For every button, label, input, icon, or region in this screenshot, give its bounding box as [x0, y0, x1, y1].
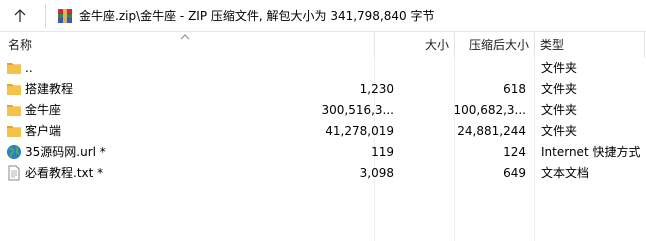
globe-icon	[7, 145, 21, 159]
file-size: 3,098	[359, 166, 394, 180]
file-type: 文件夹	[541, 61, 578, 75]
folder-icon	[7, 126, 21, 137]
address-bar: 金牛座.zip\金牛座 - ZIP 压缩文件, 解包大小为 341,798,84…	[0, 0, 646, 32]
column-divider[interactable]	[454, 32, 455, 58]
file-size: 119	[371, 145, 394, 159]
sort-ascending-icon	[180, 34, 190, 40]
column-divider[interactable]	[644, 32, 645, 58]
file-type: 文本文档	[541, 166, 590, 180]
file-compressed-size: 100,682,3...	[453, 103, 526, 117]
column-compressed-size[interactable]: 压缩后大小	[469, 32, 529, 58]
folder-icon	[7, 63, 21, 74]
file-name: 35源码网.url *	[25, 145, 106, 159]
file-type: Internet 快捷方式	[541, 145, 641, 159]
list-item[interactable]: 必看教程.txt * 3,098 649 文本文档	[0, 163, 646, 184]
column-size[interactable]: 大小	[425, 32, 449, 58]
file-name: 搭建教程	[25, 82, 74, 96]
list-item[interactable]: .. 文件夹	[0, 58, 646, 79]
column-type[interactable]: 类型	[540, 32, 564, 58]
text-file-icon	[8, 165, 20, 181]
archive-path[interactable]: 金牛座.zip\金牛座 - ZIP 压缩文件, 解包大小为 341,798,84…	[79, 0, 434, 32]
column-divider[interactable]	[374, 32, 375, 58]
file-compressed-size: 124	[503, 145, 526, 159]
file-compressed-size: 618	[503, 82, 526, 96]
file-name: 客户端	[25, 124, 62, 138]
list-item[interactable]: 金牛座 300,516,3... 100,682,3... 文件夹	[0, 100, 646, 121]
column-header: 名称 大小 压缩后大小 类型	[0, 32, 646, 58]
file-type: 文件夹	[541, 82, 578, 96]
up-button[interactable]	[0, 0, 40, 32]
file-size: 41,278,019	[325, 124, 394, 138]
winrar-archive-icon	[58, 9, 72, 23]
list-item[interactable]: 客户端 41,278,019 24,881,244 文件夹	[0, 121, 646, 142]
toolbar-separator	[45, 4, 46, 28]
column-name[interactable]: 名称	[8, 32, 32, 58]
file-name: 必看教程.txt *	[25, 166, 104, 180]
file-type: 文件夹	[541, 103, 578, 117]
folder-icon	[7, 105, 21, 116]
file-name: ..	[25, 61, 33, 75]
file-compressed-size: 649	[503, 166, 526, 180]
file-compressed-size: 24,881,244	[457, 124, 526, 138]
list-item[interactable]: 搭建教程 1,230 618 文件夹	[0, 79, 646, 100]
file-size: 300,516,3...	[321, 103, 394, 117]
column-divider[interactable]	[534, 32, 535, 58]
folder-icon	[7, 84, 21, 95]
arrow-up-icon	[14, 9, 26, 22]
list-item[interactable]: 35源码网.url * 119 124 Internet 快捷方式	[0, 142, 646, 163]
file-size: 1,230	[359, 82, 394, 96]
file-type: 文件夹	[541, 124, 578, 138]
file-list: .. 文件夹 搭建教程 1,230 618 文件夹 金牛座 300,516,3.…	[0, 58, 646, 184]
file-name: 金牛座	[25, 103, 62, 117]
